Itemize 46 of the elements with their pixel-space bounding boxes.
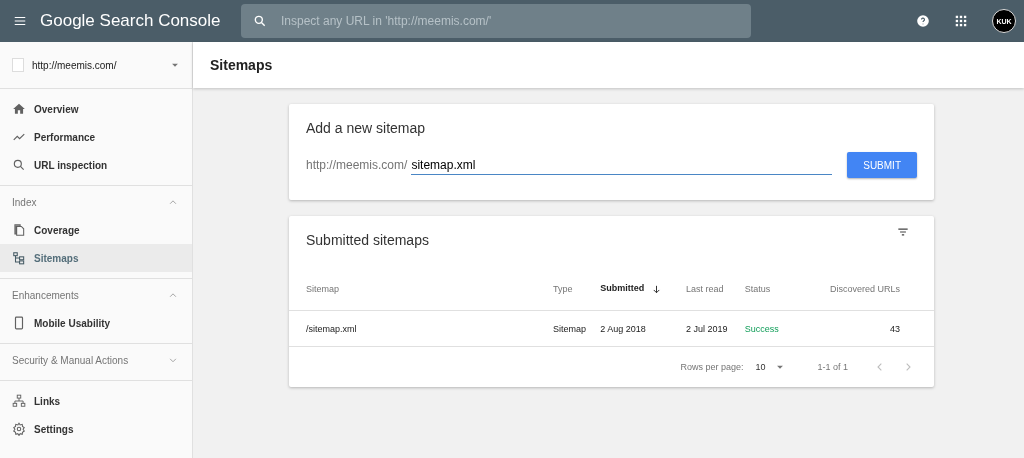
table-cell: 2 Jul 2019 — [684, 310, 744, 347]
table-cell: /sitemap.xml — [289, 310, 552, 347]
card-title: Add a new sitemap — [305, 119, 427, 136]
sidebar-item[interactable]: Links — [0, 387, 192, 415]
sidebar-item[interactable]: Sitemaps — [0, 244, 192, 272]
help-icon — [916, 14, 930, 28]
column-header[interactable]: Status — [743, 268, 793, 311]
sidebar-item[interactable]: URL inspection — [0, 151, 192, 179]
phone-icon — [12, 316, 26, 330]
search-field[interactable]: Inspect any URL in 'http://meemis.com/' — [241, 4, 751, 38]
table-cell: 2 Aug 2018 — [599, 310, 685, 347]
column-header[interactable]: Submitted — [599, 268, 685, 311]
section-header[interactable]: Index — [0, 192, 192, 212]
sidebar-item[interactable]: Performance — [0, 123, 192, 151]
sidebar-item[interactable]: Mobile Usability — [0, 309, 192, 337]
table-cell: Sitemap — [552, 310, 600, 347]
column-header[interactable]: Last read — [684, 268, 744, 311]
column-header[interactable]: Discovered URLs — [792, 268, 934, 311]
sort-arrow-icon — [650, 283, 662, 295]
url-prefix: http://meemis.com/ — [306, 158, 408, 172]
column-header[interactable]: Type — [552, 268, 600, 311]
home-icon — [12, 102, 26, 116]
gear-icon — [12, 422, 26, 436]
table-cell: 43 — [792, 310, 934, 347]
rows-per-page-label: Rows per page: — [680, 362, 744, 372]
property-selector[interactable]: http://meemis.com/ — [0, 42, 192, 89]
app-title: Google Search Console — [40, 11, 222, 31]
network-icon — [12, 394, 26, 408]
column-header[interactable]: Sitemap — [289, 268, 552, 311]
sidebar-item[interactable]: Settings — [0, 415, 192, 443]
submit-button[interactable]: SUBMIT — [847, 152, 917, 178]
card-title: Submitted sitemaps — [305, 231, 430, 248]
menu-icon — [13, 14, 27, 28]
apps-grid-icon — [954, 14, 968, 28]
sidebar-item[interactable]: Overview — [0, 95, 192, 123]
sidebar-item[interactable]: Coverage — [0, 216, 192, 244]
filter-icon — [896, 225, 910, 239]
rows-per-page-select[interactable]: 10 — [755, 360, 788, 374]
page-range: 1-1 of 1 — [817, 362, 848, 372]
page-title: Sitemaps — [193, 42, 1024, 88]
search-icon — [12, 158, 26, 172]
table-cell: Success — [743, 310, 793, 347]
section-header[interactable]: Enhancements — [0, 285, 192, 305]
copy-icon — [12, 223, 26, 237]
section-header[interactable]: Security & Manual Actions — [0, 350, 192, 370]
sitemap-icon — [12, 251, 26, 265]
